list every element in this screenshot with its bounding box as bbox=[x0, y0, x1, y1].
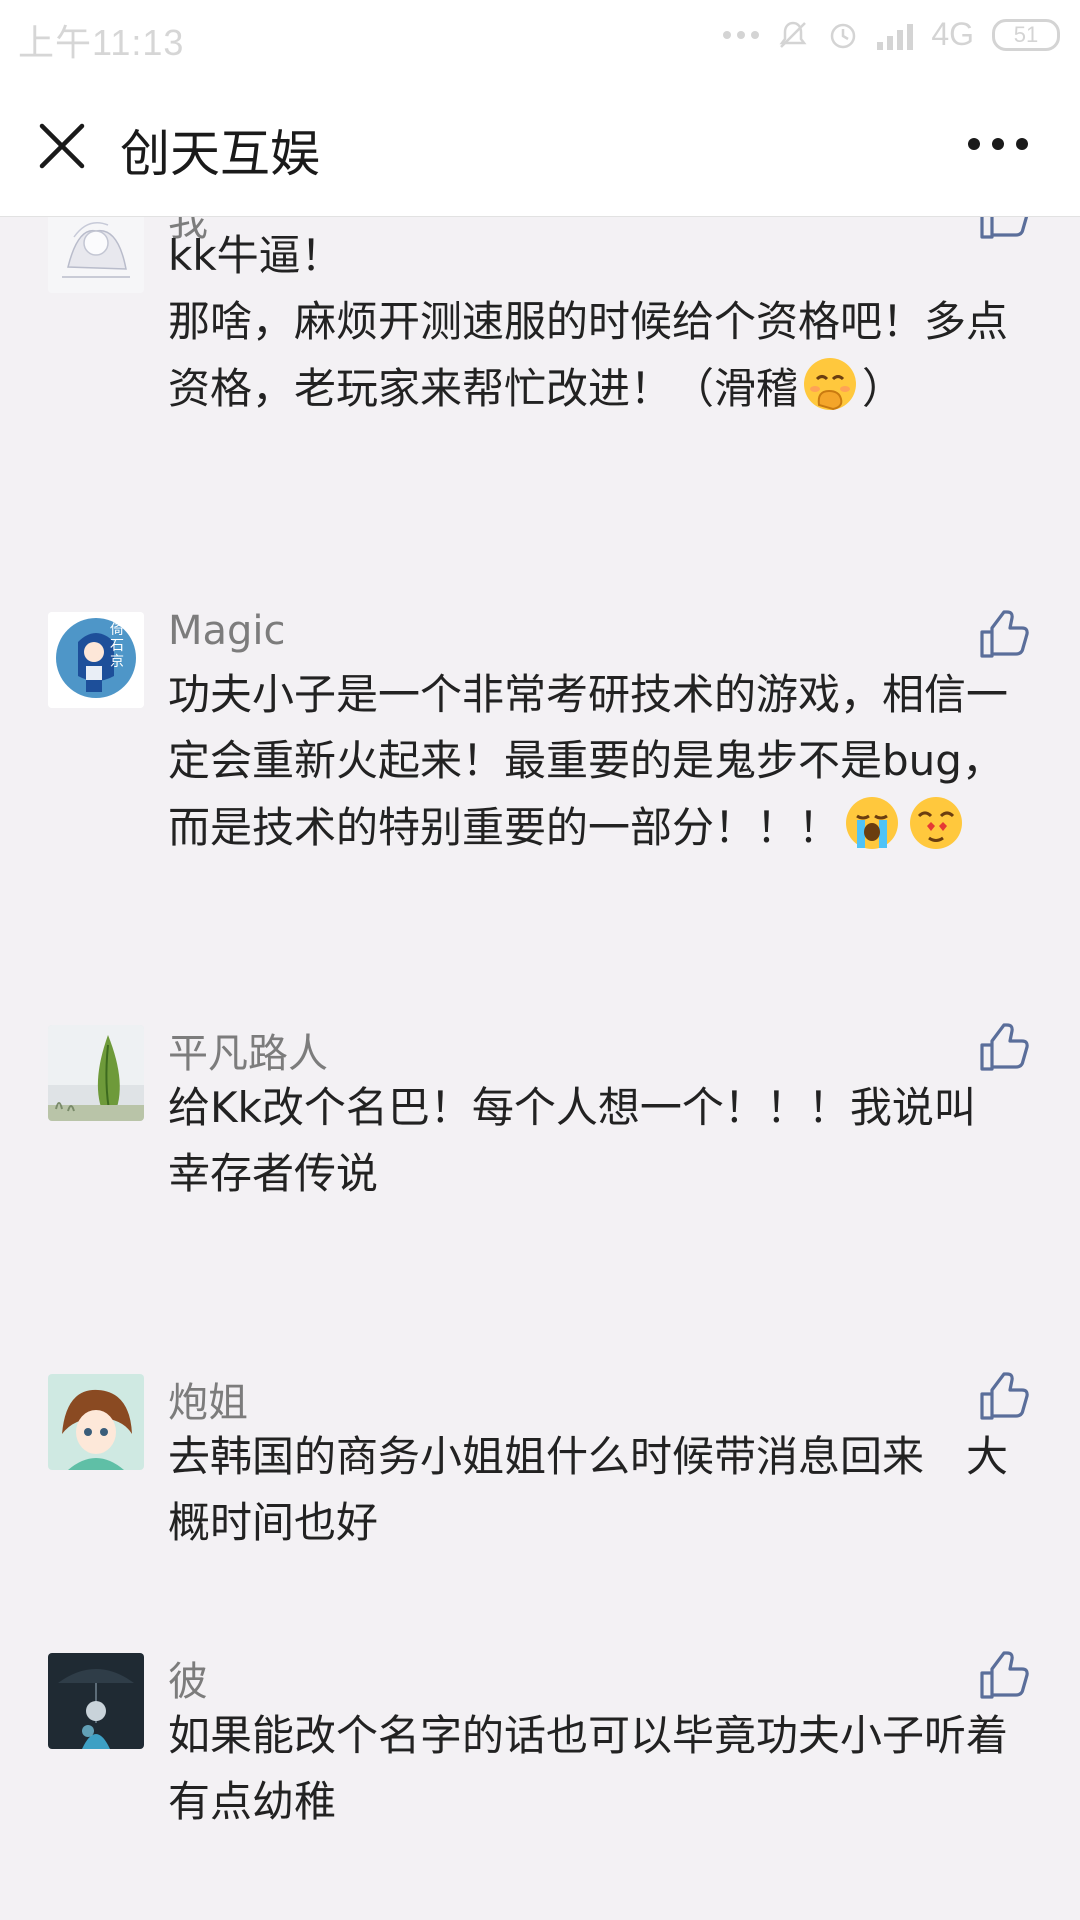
battery-icon: 51 bbox=[992, 18, 1060, 51]
signal-icon bbox=[877, 20, 914, 50]
comment-text: 如果能改个名字的话也可以毕竟功夫小子听着有点幼稚 bbox=[168, 1711, 1009, 1826]
hand-over-mouth-emoji bbox=[804, 358, 857, 411]
status-bar: 上午11:13 4G 51 bbox=[0, 0, 1080, 80]
alarm-icon bbox=[831, 23, 856, 48]
notification-dots-icon bbox=[723, 30, 760, 39]
crying-face-emoji bbox=[846, 797, 899, 849]
heart-eyes-emoji bbox=[910, 797, 963, 849]
comment-author: 彼 bbox=[168, 1659, 208, 1705]
thumbs-up-icon[interactable] bbox=[976, 1649, 1030, 1703]
comment-text: kk牛逼！ 那啥，麻烦开测速服的时候给个资格吧！多点资格，老玩家来帮忙改进！（滑… bbox=[168, 231, 1009, 413]
avatar[interactable] bbox=[48, 1374, 144, 1470]
avatar-image bbox=[48, 1025, 144, 1121]
thumbs-up-icon[interactable] bbox=[976, 608, 1030, 662]
close-icon[interactable] bbox=[36, 120, 88, 172]
comment-list[interactable]: 我 kk牛逼！ 那啥，麻烦开测速服的时候给个资格吧！多点资格，老玩家来帮忙改进！… bbox=[0, 217, 1080, 1920]
avatar-image bbox=[48, 217, 144, 293]
status-icons: 4G 51 bbox=[723, 16, 1060, 53]
comment-text: 去韩国的商务小姐姐什么时候带消息回来 大概时间也好 bbox=[168, 1432, 1009, 1547]
more-icon[interactable] bbox=[968, 138, 1028, 150]
network-label: 4G bbox=[931, 16, 974, 52]
header-bar: 创天互娱 bbox=[0, 80, 1080, 217]
avatar-image bbox=[48, 1374, 144, 1470]
avatar-label: 倚 石 京 bbox=[110, 622, 124, 670]
thumbs-up-icon[interactable] bbox=[976, 1370, 1030, 1424]
thumbs-up-icon[interactable] bbox=[976, 1021, 1030, 1075]
avatar[interactable]: 倚 石 京 bbox=[48, 612, 144, 708]
avatar[interactable] bbox=[48, 217, 144, 293]
page-title: 创天互娱 bbox=[120, 125, 320, 183]
comment-text: 给Kk改个名巴！每个人想一个！！！我说叫 幸存者传说 bbox=[168, 1083, 976, 1198]
avatar[interactable] bbox=[48, 1653, 144, 1749]
comment-author: Magic bbox=[168, 608, 286, 654]
mute-bell-icon bbox=[779, 21, 807, 48]
comment-author: 平凡路人 bbox=[168, 1031, 328, 1077]
avatar-image bbox=[48, 1653, 144, 1749]
avatar[interactable] bbox=[48, 1025, 144, 1121]
status-time: 上午11:13 bbox=[18, 22, 185, 63]
comment-text: 功夫小子是一个非常考研技术的游戏，相信一定会重新火起来！最重要的是鬼步不是bug… bbox=[168, 670, 1009, 852]
comment-author: 炮姐 bbox=[168, 1380, 248, 1426]
